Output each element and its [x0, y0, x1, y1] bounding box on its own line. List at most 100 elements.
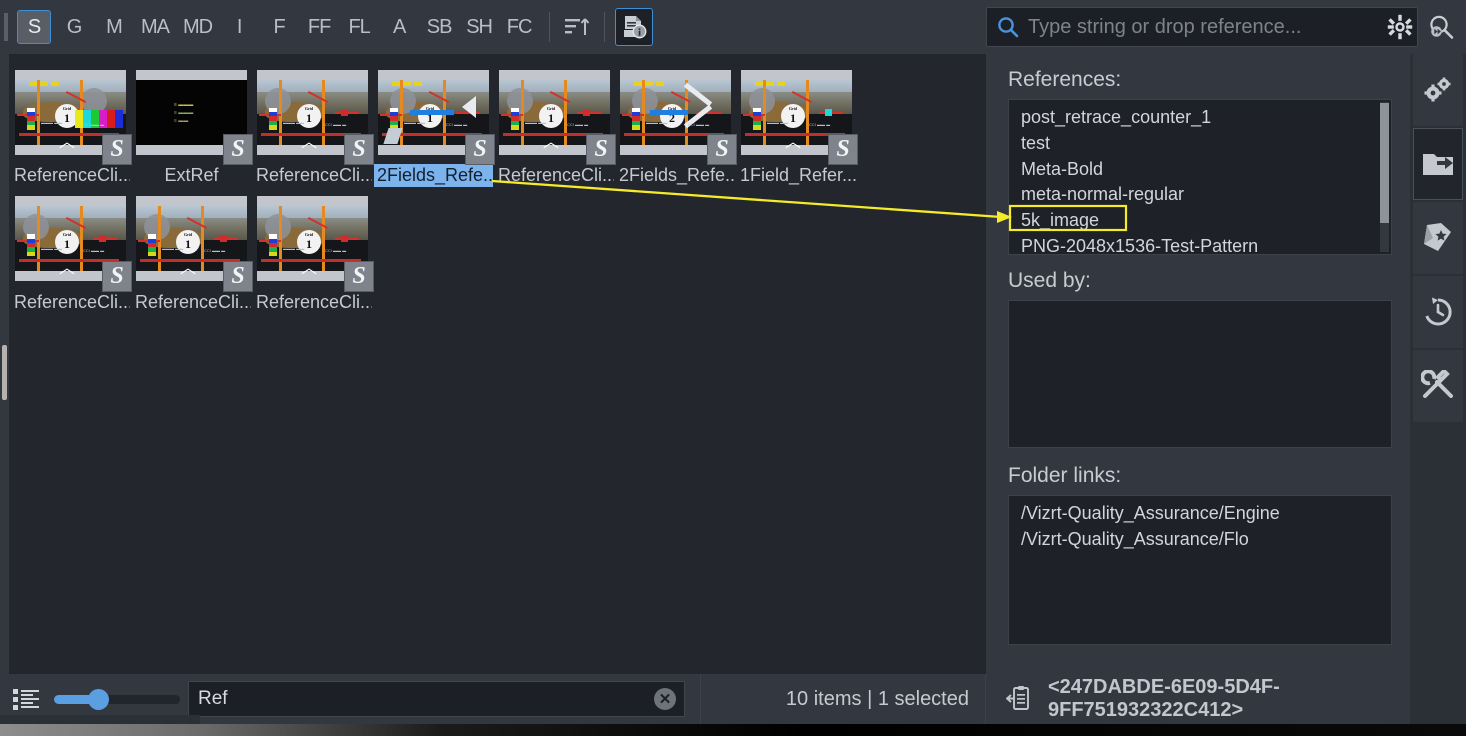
folder-links-listbox[interactable]: /Vizrt-Quality_Assurance/Engine/Vizrt-Qu… [1008, 495, 1392, 645]
scene-type-badge: S [223, 134, 253, 165]
search-input[interactable] [1020, 15, 1383, 39]
toolbar-divider-2 [604, 12, 606, 42]
right-icon-rail [1410, 54, 1466, 736]
scene-type-badge: S [586, 134, 616, 165]
list-view-icon[interactable] [12, 685, 44, 713]
scene-type-badge: S [707, 134, 737, 165]
item-count-label: 10 items | 1 selected [785, 687, 969, 710]
reference-list-item[interactable]: Meta-Bold [1015, 157, 1387, 183]
tab-sh[interactable]: SH [462, 10, 496, 44]
thumbnail-label[interactable]: 2Fields_Refe... [616, 164, 735, 187]
thumbnail-item[interactable]: Grid 1 ▬▬▬ ▬▬ CCI ▬▬ ▬ S 2Fields_Refe... [373, 60, 495, 187]
thumbnail-item[interactable]: Grid 1 ︿ ▬▬▬ ▬▬ CCI ▬▬ ▬ S ReferenceCli... [10, 187, 132, 314]
thumbnail-label[interactable]: ReferenceCli... [11, 291, 130, 314]
clear-x-icon[interactable]: ✕ [654, 688, 676, 710]
thumbnail-label[interactable]: 1Field_Refer... [737, 164, 856, 187]
scene-type-badge: S [828, 134, 858, 165]
gear-icon[interactable] [1383, 10, 1417, 44]
search-icon [996, 15, 1020, 39]
tab-fl[interactable]: FL [342, 10, 376, 44]
document-info-icon[interactable] [615, 8, 654, 46]
folder-share-icon[interactable] [1413, 128, 1463, 200]
tab-sb[interactable]: SB [422, 10, 456, 44]
history-clock-icon[interactable] [1413, 276, 1463, 348]
thumbnail-holder: Grid 2 ▬▬▬ ▬▬ CCI ▬▬ ▬ S [620, 66, 737, 165]
application-window: S G M MA MD I F FF FL A SB SH FC Type st… [0, 0, 1466, 736]
thumbnail-label[interactable]: ReferenceCli... [253, 164, 372, 187]
thumbnail-label[interactable]: ReferenceCli... [253, 291, 372, 314]
thumbnail-size-slider[interactable] [54, 688, 180, 710]
tab-s[interactable]: S [17, 10, 51, 44]
scene-type-badge: S [344, 134, 374, 165]
tab-md[interactable]: MD [179, 10, 216, 44]
reference-list-item[interactable]: post_retrace_counter_1 [1015, 105, 1387, 131]
thumbnail-holder: Grid 1 ︿ ▬▬▬ ▬▬ CCI ▬▬ ▬ S [136, 193, 253, 292]
tab-ma[interactable]: MA [137, 10, 173, 44]
slider-knob[interactable] [88, 688, 109, 710]
thumbnail-item[interactable]: Grid 1 ︿ ▬▬▬ ▬▬ CCI ▬▬ ▬ S ReferenceCli... [252, 187, 374, 314]
tab-g[interactable]: G [57, 10, 91, 44]
folder-link-item[interactable]: /Vizrt-Quality_Assurance/Flo [1015, 527, 1387, 553]
tools-icon[interactable] [1413, 350, 1463, 422]
thumbnail-holder: Grid 1 ▬▬▬ ▬▬ CCI ▬▬ ▬ S [378, 66, 495, 165]
uuid-status-bar: <247DABDE-6E09-5D4F-9FF751932322C412> [986, 674, 1466, 724]
thumbnail-holder: Grid 1 ︿ ▬▬▬ ▬▬ CCI ▬▬ ▬ S [15, 193, 132, 292]
advanced-search-icon[interactable] [1424, 12, 1458, 42]
asset-browser: Grid 1 ︿ ▬▬▬ ▬▬ CCI ▬▬ ▬ S ReferenceCli... ≡ ▬▬… [0, 54, 986, 674]
top-toolbar: S G M MA MD I F FF FL A SB SH FC [0, 0, 1466, 54]
tab-f[interactable]: F [262, 10, 296, 44]
browser-scrollbar-thumb[interactable] [2, 345, 7, 400]
thumbnail-label[interactable]: ExtRef [161, 164, 221, 187]
tab-m[interactable]: M [97, 10, 131, 44]
tab-i[interactable]: I [222, 10, 256, 44]
bookmark-star-icon[interactable] [1413, 202, 1463, 274]
toolbar-divider-1 [549, 12, 551, 42]
toolbar-grip [4, 13, 8, 41]
plugins-gears-icon[interactable] [1413, 54, 1463, 126]
folder-link-item[interactable]: /Vizrt-Quality_Assurance/Engine [1015, 501, 1387, 527]
references-scrollbar-thumb[interactable] [1380, 103, 1389, 223]
used-by-listbox[interactable] [1008, 300, 1392, 448]
thumbnail-label[interactable]: ReferenceCli... [132, 291, 251, 314]
thumbnail-row: Grid 1 ︿ ▬▬▬ ▬▬ CCI ▬▬ ▬ S ReferenceCli... Grid… [10, 187, 970, 314]
thumbnail-item[interactable]: Grid 1 ︿ ▬▬▬ ▬▬ CCI ▬▬ ▬ S ReferenceCli... [10, 60, 132, 187]
thumbnail-item[interactable]: Grid 1 ︿ ▬▬▬ ▬▬ CCI ▬▬ ▬ S ReferenceCli... [131, 187, 253, 314]
thumbnail-item[interactable]: Grid 1 ︿ ▬▬▬ ▬▬ CCI ▬▬ ▬ S 1Field_Refer... [736, 60, 858, 187]
scene-type-badge: S [102, 260, 132, 292]
references-listbox[interactable]: post_retrace_counter_1 test Meta-Bold meta-… [1008, 99, 1392, 255]
scene-type-badge: S [465, 134, 495, 165]
tab-a[interactable]: A [382, 10, 416, 44]
thumbnail-holder: Grid 1 ︿ ▬▬▬ ▬▬ CCI ▬▬ ▬ S [15, 66, 132, 165]
reference-list-item[interactable]: meta-normal-regular [1015, 182, 1387, 208]
scene-type-badge: S [102, 134, 132, 165]
browser-scrollbar-track[interactable] [0, 54, 9, 674]
paste-clipboard-icon[interactable] [1006, 685, 1034, 713]
thumbnail-item[interactable]: Grid 2 ▬▬▬ ▬▬ CCI ▬▬ ▬ S 2Fields_Refe... [615, 60, 737, 187]
thumbnail-label[interactable]: ReferenceCli... [11, 164, 130, 187]
thumbnail-label[interactable]: ReferenceCli... [495, 164, 614, 187]
reference-inspector: References: post_retrace_counter_1 test Me… [986, 54, 1410, 724]
filter-tab-strip: S G M MA MD I F FF FL A SB SH FC [14, 0, 539, 54]
filter-field[interactable]: ✕ [188, 681, 685, 717]
scene-type-badge: S [223, 260, 253, 292]
thumbnail-item[interactable]: Grid 1 ︿ ▬▬▬ ▬▬ CCI ▬▬ ▬ S ReferenceCli... [494, 60, 616, 187]
thumbnail-holder: ≡ ▬▬▬ ≡ ▬▬▬ ≡ ▬▬ S [136, 66, 253, 165]
search-box[interactable] [986, 7, 1418, 47]
scene-type-badge: S [344, 260, 374, 292]
tab-ff[interactable]: FF [302, 10, 336, 44]
reference-list-item[interactable]: 5k_image [1015, 208, 1387, 234]
thumbnail-holder: Grid 1 ︿ ▬▬▬ ▬▬ CCI ▬▬ ▬ S [741, 66, 858, 165]
thumbnail-holder: Grid 1 ︿ ▬▬▬ ▬▬ CCI ▬▬ ▬ S [257, 66, 374, 165]
thumbnail-item[interactable]: ≡ ▬▬▬ ≡ ▬▬▬ ≡ ▬▬ S ExtRef [131, 60, 253, 187]
item-count-area: 10 items | 1 selected [700, 674, 986, 724]
thumbnail-item[interactable]: Grid 1 ︿ ▬▬▬ ▬▬ CCI ▬▬ ▬ S ReferenceCli... [252, 60, 374, 187]
sort-ascending-icon[interactable] [560, 10, 594, 44]
reference-list-item[interactable]: PNG-2048x1536-Test-Pattern [1015, 234, 1387, 254]
thumbnail-label[interactable]: 2Fields_Refe... [374, 164, 493, 187]
thumbnail-row: Grid 1 ︿ ▬▬▬ ▬▬ CCI ▬▬ ▬ S ReferenceCli... ≡ ▬▬… [10, 60, 970, 187]
used-by-label: Used by: [1008, 269, 1091, 292]
filter-input[interactable] [189, 688, 654, 710]
reference-list-item[interactable]: test [1015, 131, 1387, 157]
folder-links-label: Folder links: [1008, 464, 1122, 487]
tab-fc[interactable]: FC [502, 10, 536, 44]
